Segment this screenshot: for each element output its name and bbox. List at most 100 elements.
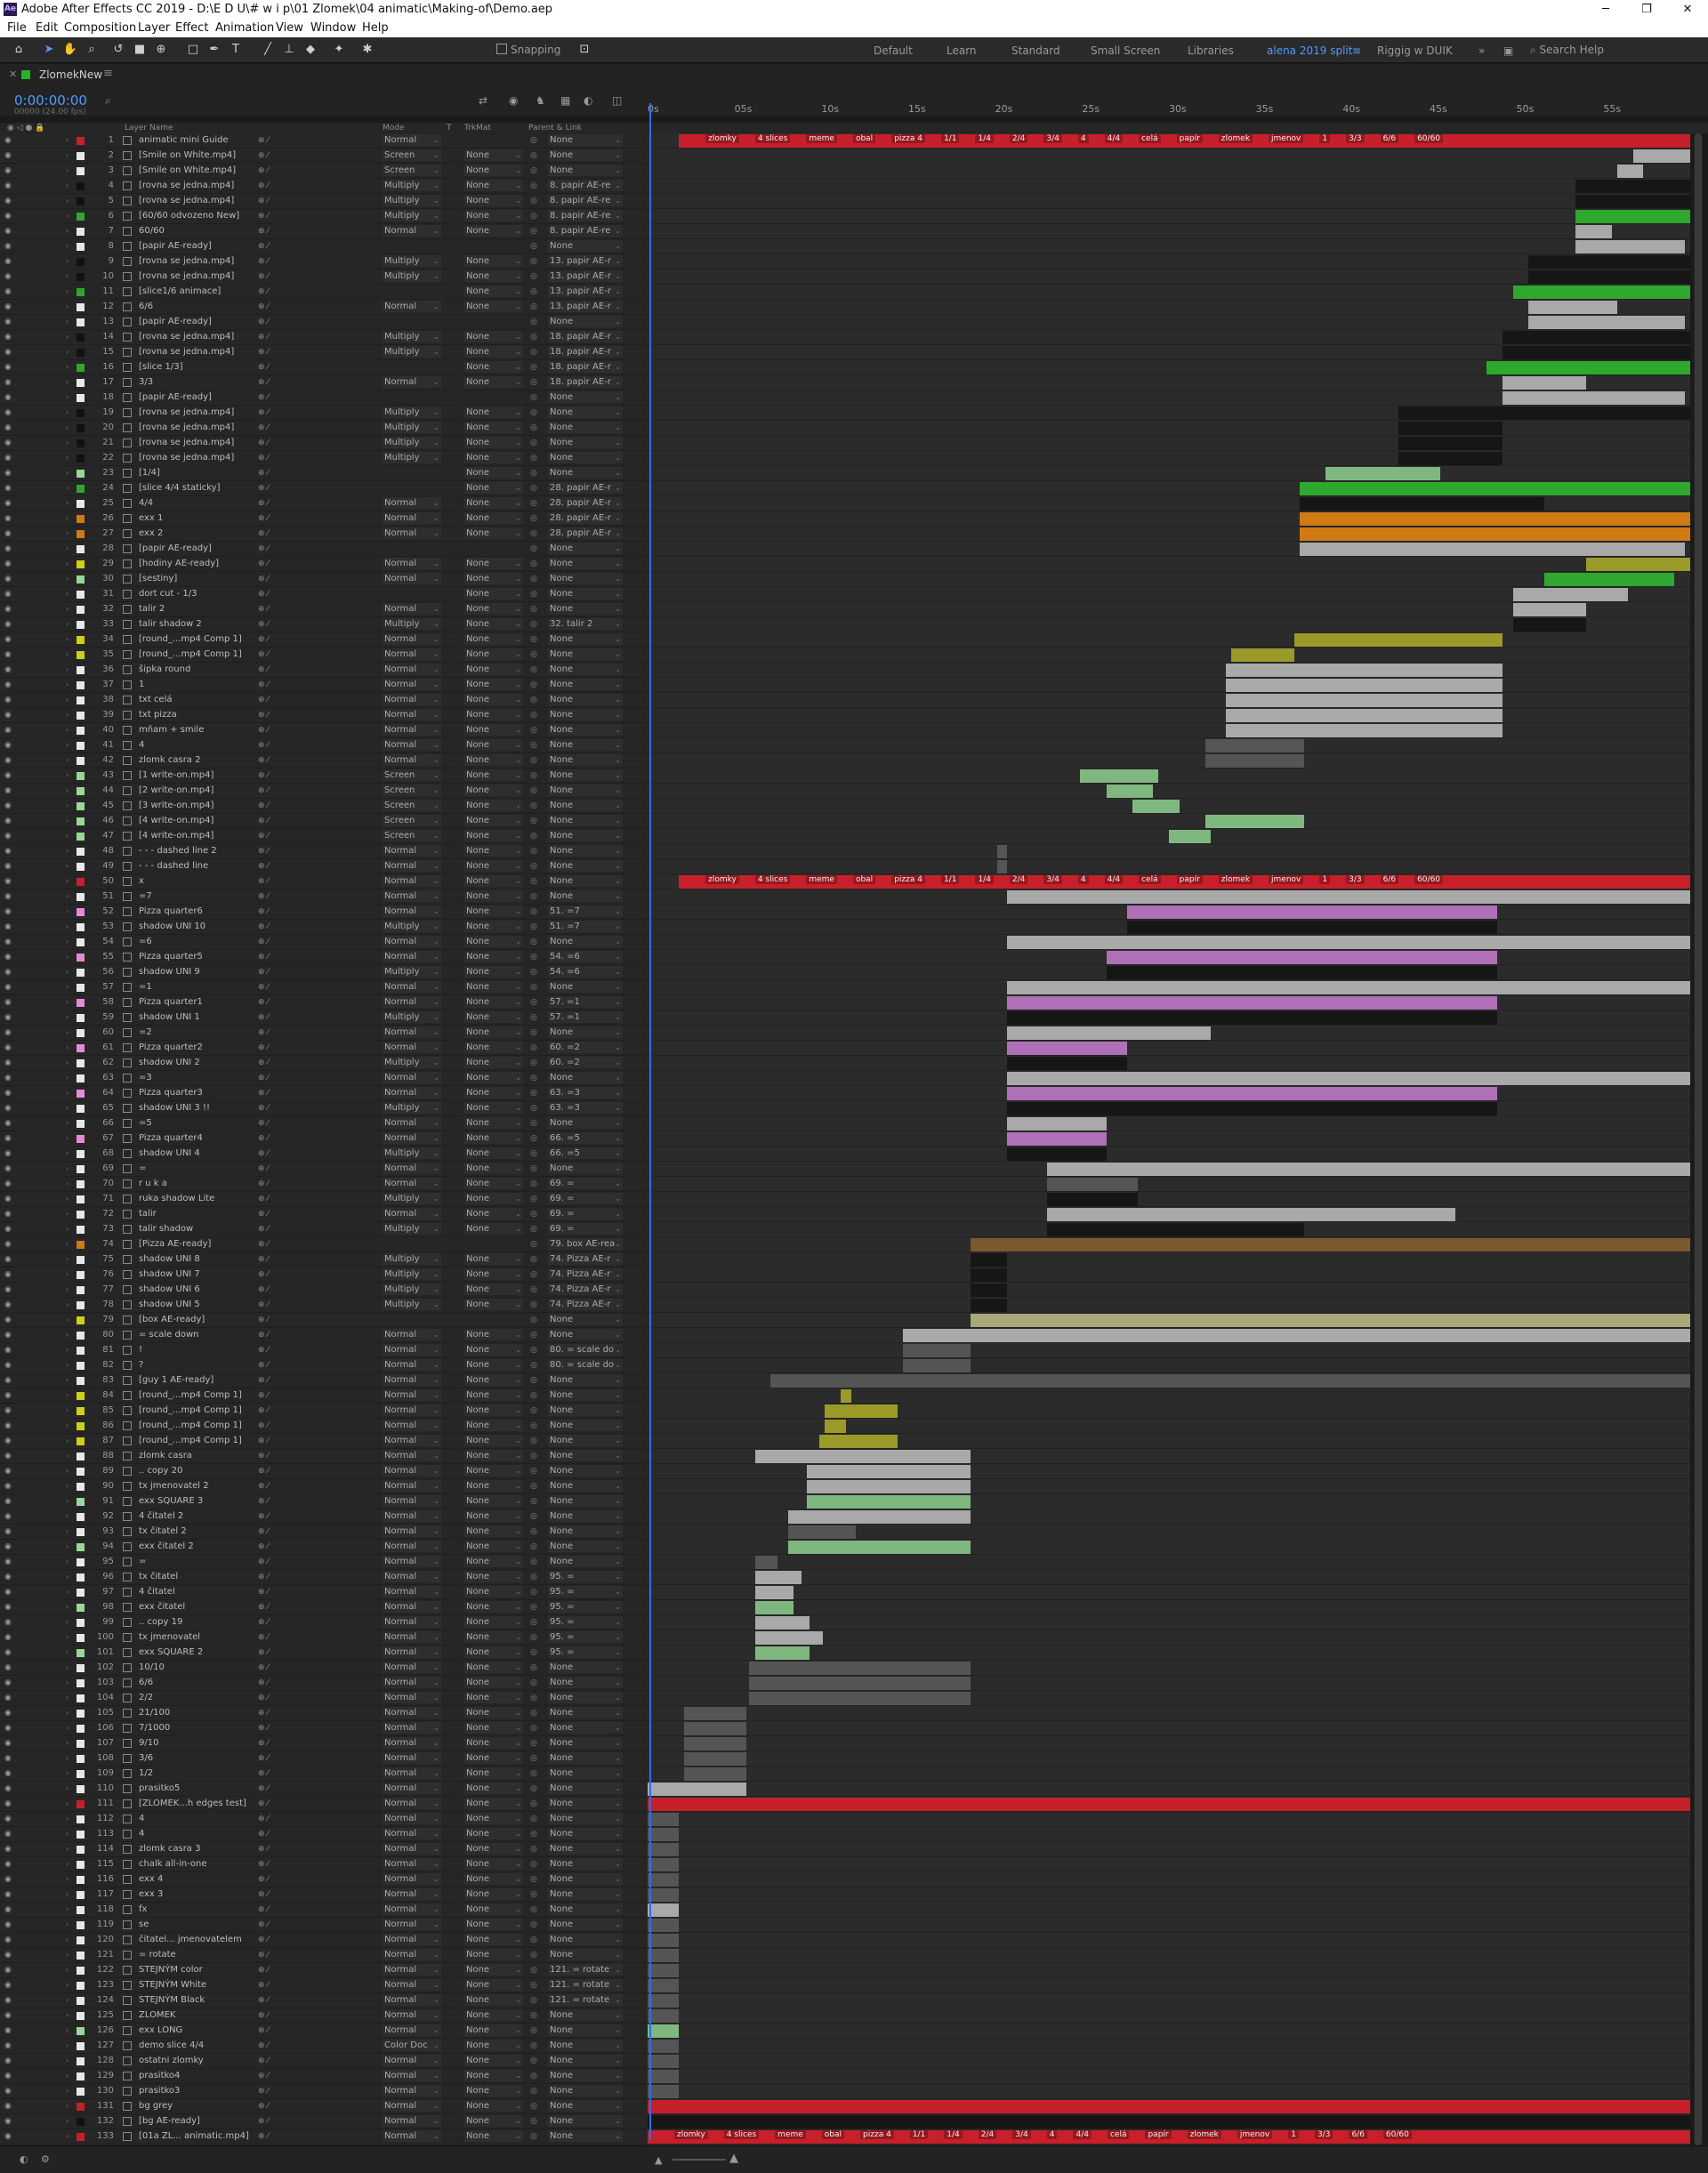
- pick-whip-icon[interactable]: ◎: [530, 1313, 537, 1327]
- layer-duration-bar[interactable]: [807, 1465, 971, 1478]
- label-color-swatch[interactable]: [77, 1135, 85, 1143]
- track-matte-select[interactable]: None ⌄: [464, 1389, 523, 1401]
- toggle-modes-icon[interactable]: ⚙: [41, 2153, 50, 2165]
- layer-row[interactable]: ◉ › 75 shadow UNI 8 ⊕ ⁄ Multiply ⌄ None ⌄ ◎ 74. Pi…: [0, 1252, 648, 1268]
- parent-select[interactable]: None ⌄: [548, 709, 623, 720]
- track-matte-select[interactable]: None ⌄: [464, 2070, 523, 2081]
- blend-mode-select[interactable]: Multiply ⌄: [383, 180, 441, 191]
- blend-mode-select[interactable]: Multiply ⌄: [383, 1011, 441, 1023]
- layer-row[interactable]: ◉ › 13 [papir AE-ready] ⊕ ⁄ ◎ None ⌄: [0, 315, 648, 330]
- visibility-eye-icon[interactable]: ◉: [4, 965, 12, 979]
- track-matte-select[interactable]: None ⌄: [464, 1450, 523, 1461]
- label-color-swatch[interactable]: [77, 999, 85, 1007]
- label-color-swatch[interactable]: [77, 1528, 85, 1536]
- layer-name[interactable]: [papir AE-ready]: [139, 390, 254, 405]
- pick-whip-icon[interactable]: ◎: [530, 572, 537, 586]
- expand-chevron-icon[interactable]: ›: [66, 2114, 68, 2129]
- parent-select[interactable]: 69. = ⌄: [548, 1178, 623, 1189]
- layer-row[interactable]: ◉ › 62 shadow UNI 2 ⊕ ⁄ Multiply ⌄ None ⌄ ◎ 60. =2…: [0, 1056, 648, 1071]
- track-matte-select[interactable]: None ⌄: [464, 437, 523, 448]
- layer-duration-bar[interactable]: [1299, 497, 1544, 511]
- layer-duration-bar[interactable]: [1226, 679, 1503, 692]
- layer-duration-bar[interactable]: [1512, 603, 1586, 616]
- expand-chevron-icon[interactable]: ›: [66, 1147, 68, 1161]
- layer-name[interactable]: tx čitatel: [139, 1570, 254, 1584]
- layer-row[interactable]: ◉ › 92 4 čitatel 2 ⊕ ⁄ Normal ⌄ None ⌄ ◎ None ⌄: [0, 1509, 648, 1525]
- layer-marker[interactable]: celá: [1139, 134, 1161, 143]
- track-matte-select[interactable]: None ⌄: [464, 1919, 523, 1930]
- layer-row[interactable]: ◉ › 85 [round_...mp4 Comp 1] ⊕ ⁄ Normal ⌄ None ⌄…: [0, 1404, 648, 1419]
- pick-whip-icon[interactable]: ◎: [530, 1978, 537, 1992]
- more-workspaces-icon[interactable]: »: [1478, 44, 1485, 57]
- blend-mode-select[interactable]: Normal ⌄: [383, 1510, 441, 1522]
- visibility-eye-icon[interactable]: ◉: [4, 1298, 12, 1312]
- parent-select[interactable]: 95. = ⌄: [548, 1646, 623, 1658]
- layer-switches-icon[interactable]: ⊕ ⁄: [258, 390, 269, 405]
- layer-switches-icon[interactable]: ⊕ ⁄: [258, 980, 269, 994]
- layer-name[interactable]: [3 write-on.mp4]: [139, 799, 254, 813]
- blend-mode-select[interactable]: Screen ⌄: [383, 769, 441, 781]
- parent-select[interactable]: None ⌄: [548, 1510, 623, 1522]
- pick-whip-icon[interactable]: ◎: [530, 2054, 537, 2068]
- expand-chevron-icon[interactable]: ›: [66, 602, 68, 616]
- layer-name[interactable]: Pizza quarter1: [139, 995, 254, 1010]
- layer-marker[interactable]: 3/3: [1346, 875, 1365, 884]
- blend-mode-select[interactable]: Normal ⌄: [383, 1677, 441, 1688]
- layer-switches-icon[interactable]: ⊕ ⁄: [258, 1872, 269, 1887]
- track-matte-select[interactable]: None ⌄: [464, 633, 523, 645]
- pick-whip-icon[interactable]: ◎: [530, 814, 537, 828]
- layer-name[interactable]: =6: [139, 935, 254, 949]
- layer-row[interactable]: ◉ › 122 STEJNÝM color ⊕ ⁄ Normal ⌄ None ⌄ ◎ 121. =…: [0, 1963, 648, 1978]
- pick-whip-icon[interactable]: ◎: [530, 753, 537, 768]
- layer-duration-bar[interactable]: [1632, 149, 1690, 163]
- expand-chevron-icon[interactable]: ›: [66, 1857, 68, 1871]
- label-color-swatch[interactable]: [77, 1226, 85, 1234]
- layer-row[interactable]: ◉ › 20 [rovna se jedna.mp4] ⊕ ⁄ Multiply ⌄ None…: [0, 421, 648, 436]
- visibility-eye-icon[interactable]: ◉: [4, 1812, 12, 1826]
- expand-chevron-icon[interactable]: ›: [66, 1101, 68, 1115]
- layer-row[interactable]: ◉ › 95 = ⊕ ⁄ Normal ⌄ None ⌄ ◎ None ⌄: [0, 1555, 648, 1570]
- visibility-eye-icon[interactable]: ◉: [4, 769, 12, 783]
- expand-chevron-icon[interactable]: ›: [66, 239, 68, 254]
- layer-duration-bar[interactable]: [1299, 543, 1686, 556]
- label-color-swatch[interactable]: [77, 228, 85, 236]
- visibility-eye-icon[interactable]: ◉: [4, 1646, 12, 1660]
- parent-select[interactable]: 13. papir AE-r ⌄: [548, 301, 623, 312]
- layer-row[interactable]: ◉ › 129 prasitko4 ⊕ ⁄ Normal ⌄ None ⌄ ◎ None ⌄: [0, 2069, 648, 2084]
- layer-duration-bar[interactable]: [648, 1964, 680, 1977]
- label-color-swatch[interactable]: [77, 213, 85, 221]
- expand-chevron-icon[interactable]: ›: [66, 844, 68, 858]
- layer-row[interactable]: ◉ › 18 [papir AE-ready] ⊕ ⁄ ◎ None ⌄: [0, 390, 648, 406]
- minimize-button[interactable]: ─: [1585, 0, 1626, 20]
- visibility-eye-icon[interactable]: ◉: [4, 829, 12, 843]
- layer-row[interactable]: ◉ › 96 tx čitatel ⊕ ⁄ Normal ⌄ None ⌄ ◎ 95. = ⌄: [0, 1570, 648, 1585]
- visibility-eye-icon[interactable]: ◉: [4, 1903, 12, 1917]
- layer-duration-bar[interactable]: [684, 1737, 747, 1750]
- label-color-swatch[interactable]: [77, 1679, 85, 1687]
- header-t[interactable]: T: [447, 124, 452, 133]
- layer-switches-icon[interactable]: ⊕ ⁄: [258, 708, 269, 722]
- parent-select[interactable]: None ⌄: [548, 1541, 623, 1552]
- parent-select[interactable]: None ⌄: [548, 1072, 623, 1083]
- layer-name[interactable]: Pizza quarter2: [139, 1041, 254, 1055]
- pick-whip-icon[interactable]: ◎: [530, 133, 537, 148]
- parent-select[interactable]: 69. = ⌄: [548, 1223, 623, 1235]
- menu-layer[interactable]: Layer: [138, 21, 170, 35]
- blend-mode-select[interactable]: Normal ⌄: [383, 1828, 441, 1839]
- layer-row[interactable]: ◉ › 35 [round_...mp4 Comp 1] ⊕ ⁄ Normal ⌄ None ⌄…: [0, 648, 648, 663]
- layer-switches-icon[interactable]: ⊕ ⁄: [258, 1797, 269, 1811]
- layer-marker[interactable]: 1/1: [940, 875, 960, 884]
- track-matte-select[interactable]: None ⌄: [464, 1299, 523, 1310]
- expand-chevron-icon[interactable]: ›: [66, 1192, 68, 1206]
- layer-switches-icon[interactable]: ⊕ ⁄: [258, 693, 269, 707]
- expand-chevron-icon[interactable]: ›: [66, 1343, 68, 1357]
- layer-row[interactable]: ◉ › 104 2/2 ⊕ ⁄ Normal ⌄ None ⌄ ◎ None ⌄: [0, 1691, 648, 1706]
- layer-duration-bar[interactable]: [903, 1344, 971, 1357]
- layer-marker[interactable]: papír: [1176, 875, 1203, 884]
- pick-whip-icon[interactable]: ◎: [530, 1933, 537, 1947]
- track-matte-select[interactable]: None ⌄: [464, 1767, 523, 1779]
- visibility-eye-icon[interactable]: ◉: [4, 1630, 12, 1645]
- shy-layers-icon[interactable]: ♞: [536, 94, 545, 107]
- layer-switches-icon[interactable]: ⊕ ⁄: [258, 814, 269, 828]
- expand-chevron-icon[interactable]: ›: [66, 920, 68, 934]
